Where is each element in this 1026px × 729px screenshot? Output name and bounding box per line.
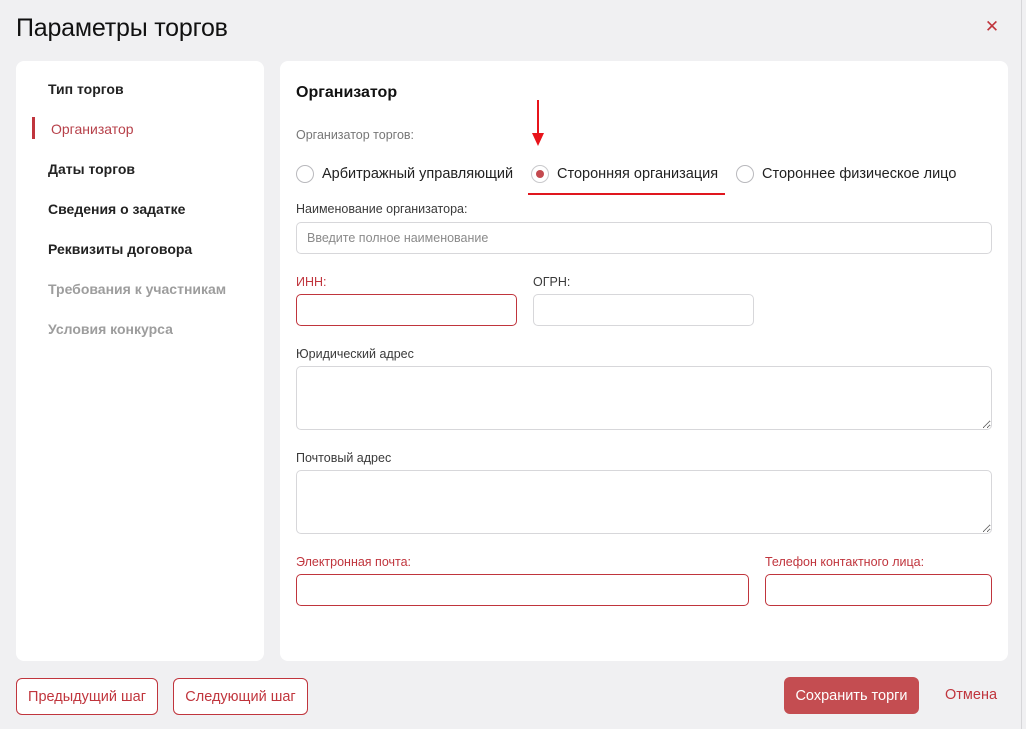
previous-step-button[interactable]: Предыдущий шаг <box>16 678 158 715</box>
ogrn-label: ОГРН: <box>533 275 571 289</box>
annotation-arrow-head <box>532 133 544 146</box>
next-step-button[interactable]: Следующий шаг <box>173 678 308 715</box>
save-trade-button[interactable]: Сохранить торги <box>784 677 919 714</box>
radio-label: Арбитражный управляющий <box>322 166 514 182</box>
sidebar-item-contest-terms: Условия конкурса <box>48 321 173 337</box>
dialog-title: Параметры торгов <box>16 14 228 42</box>
cancel-link[interactable]: Отмена <box>945 687 997 703</box>
sidebar-item-organizer[interactable]: Организатор <box>51 121 134 137</box>
radio-label: Сторонняя организация <box>557 166 719 182</box>
section-title: Организатор <box>296 84 398 101</box>
sidebar-item-contract-details[interactable]: Реквизиты договора <box>48 241 192 257</box>
radio-button-checked[interactable] <box>531 165 549 183</box>
ogrn-input[interactable] <box>533 294 754 326</box>
active-indicator <box>32 117 35 139</box>
phone-label: Телефон контактного лица: <box>765 555 925 569</box>
legal-address-label: Юридический адрес <box>296 347 414 361</box>
organizer-type-label: Организатор торгов: <box>296 128 415 142</box>
organizer-form-panel: Организатор Организатор торгов: Арбитраж… <box>280 61 1008 661</box>
phone-input[interactable] <box>765 574 992 606</box>
radio-button[interactable] <box>296 165 314 183</box>
org-name-label: Наименование организатора: <box>296 202 468 216</box>
radio-arbitration-manager[interactable]: Арбитражный управляющий <box>296 164 513 184</box>
radio-button[interactable] <box>736 165 754 183</box>
email-input[interactable] <box>296 574 749 606</box>
close-icon[interactable]: ✕ <box>983 18 1001 36</box>
annotation-underline <box>528 193 725 195</box>
radio-third-party-organization[interactable]: Сторонняя организация <box>531 164 718 184</box>
postal-address-label: Почтовый адрес <box>296 451 392 465</box>
inn-input[interactable] <box>296 294 517 326</box>
legal-address-textarea[interactable] <box>296 366 992 430</box>
org-name-input[interactable] <box>296 222 992 254</box>
annotation-arrow <box>537 100 539 136</box>
sidebar-item-deposit-info[interactable]: Сведения о задатке <box>48 201 185 217</box>
postal-address-textarea[interactable] <box>296 470 992 534</box>
sidebar-item-participant-requirements: Требования к участникам <box>48 281 227 297</box>
steps-sidebar: Тип торгов Организатор Даты торгов Сведе… <box>16 61 264 661</box>
radio-third-party-individual[interactable]: Стороннее физическое лицо <box>736 164 956 184</box>
sidebar-item-trade-type[interactable]: Тип торгов <box>48 81 124 97</box>
email-label: Электронная почта: <box>296 555 412 569</box>
sidebar-item-trade-dates[interactable]: Даты торгов <box>48 161 135 177</box>
inn-label: ИНН: <box>296 275 327 289</box>
trade-parameters-dialog: Параметры торгов ✕ Тип торгов Организато… <box>0 0 1022 729</box>
radio-label: Стороннее физическое лицо <box>762 166 957 182</box>
